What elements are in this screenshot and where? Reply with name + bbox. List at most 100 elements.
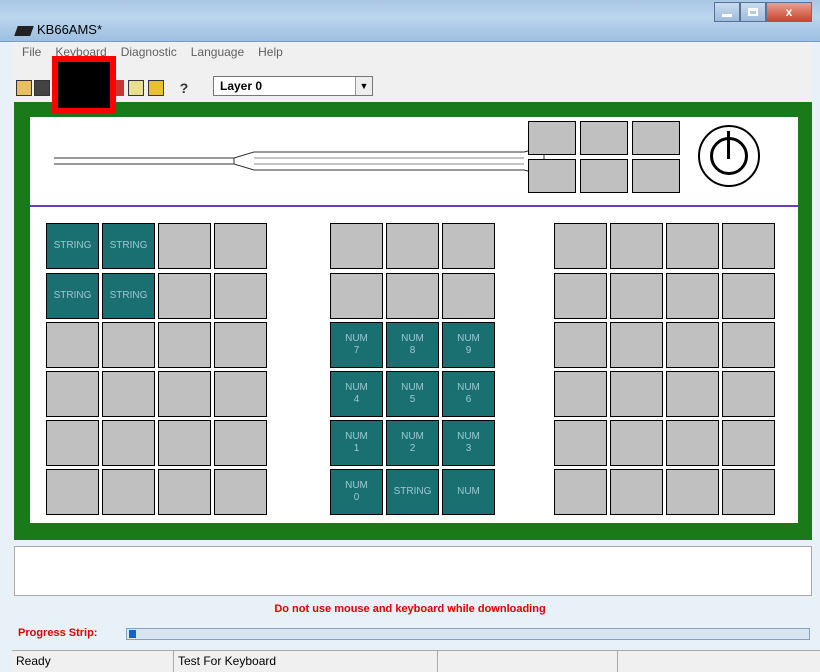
key-empty[interactable] (214, 371, 267, 417)
rotary-knob-icon[interactable] (698, 125, 760, 187)
key-assigned[interactable]: NUM 0 (330, 469, 383, 515)
key-empty[interactable] (102, 371, 155, 417)
key-assigned[interactable]: NUM 3 (442, 420, 495, 466)
key-empty[interactable] (102, 420, 155, 466)
key-assigned[interactable]: NUM 8 (386, 322, 439, 368)
key-assigned[interactable]: NUM (442, 469, 495, 515)
menu-diagnostic[interactable]: Diagnostic (121, 45, 177, 59)
toolbar: ? Layer 0 ▼ (12, 62, 812, 106)
key-empty[interactable] (46, 322, 99, 368)
key-empty[interactable] (666, 420, 719, 466)
key-empty[interactable] (46, 371, 99, 417)
key-assigned[interactable]: STRING (386, 469, 439, 515)
layer-select[interactable]: Layer 0 ▼ (213, 76, 373, 96)
open-icon[interactable] (16, 80, 32, 96)
key-empty[interactable] (722, 469, 775, 515)
layer-icon[interactable] (148, 80, 164, 96)
key-empty[interactable] (158, 273, 211, 319)
key-assigned[interactable]: STRING (46, 223, 99, 269)
title-bar[interactable]: KB66AMS* x (0, 0, 820, 42)
status-bar: Ready Test For Keyboard (12, 650, 820, 672)
key-empty[interactable] (554, 371, 607, 417)
key-empty[interactable] (158, 223, 211, 269)
close-button[interactable]: x (766, 2, 812, 22)
key-empty[interactable] (722, 322, 775, 368)
key-empty[interactable] (442, 273, 495, 319)
key-empty[interactable] (722, 273, 775, 319)
small-key[interactable] (580, 121, 628, 155)
key-empty[interactable] (214, 469, 267, 515)
small-key[interactable] (528, 159, 576, 193)
key-assigned[interactable]: STRING (102, 223, 155, 269)
key-empty[interactable] (666, 223, 719, 269)
key-empty[interactable] (610, 273, 663, 319)
small-key[interactable] (632, 121, 680, 155)
key-empty[interactable] (214, 223, 267, 269)
key-empty[interactable] (158, 322, 211, 368)
key-assigned[interactable]: NUM 1 (330, 420, 383, 466)
key-empty[interactable] (722, 223, 775, 269)
key-empty[interactable] (610, 469, 663, 515)
key-assigned[interactable]: NUM 6 (442, 371, 495, 417)
menu-language[interactable]: Language (191, 45, 244, 59)
key-assigned[interactable]: NUM 5 (386, 371, 439, 417)
key-empty[interactable] (214, 420, 267, 466)
key-empty[interactable] (386, 273, 439, 319)
small-key[interactable] (528, 121, 576, 155)
key-empty[interactable] (442, 223, 495, 269)
key-empty[interactable] (554, 223, 607, 269)
key-empty[interactable] (158, 371, 211, 417)
key-empty[interactable] (722, 371, 775, 417)
key-empty[interactable] (102, 322, 155, 368)
key-empty[interactable] (610, 223, 663, 269)
save-icon[interactable] (34, 80, 50, 96)
key-empty[interactable] (666, 371, 719, 417)
maximize-button[interactable] (740, 2, 766, 22)
key-assigned[interactable]: STRING (46, 273, 99, 319)
key-empty[interactable] (158, 469, 211, 515)
key-assigned[interactable]: NUM 4 (330, 371, 383, 417)
app-icon (14, 26, 34, 36)
key-empty[interactable] (102, 469, 155, 515)
key-empty[interactable] (46, 420, 99, 466)
key-empty[interactable] (666, 273, 719, 319)
menu-bar: File Keyboard Diagnostic Language Help (12, 42, 812, 62)
key-assigned[interactable]: NUM 7 (330, 322, 383, 368)
key-empty[interactable] (158, 420, 211, 466)
small-key[interactable] (632, 159, 680, 193)
key-empty[interactable] (554, 469, 607, 515)
key-assigned[interactable]: NUM 9 (442, 322, 495, 368)
key-empty[interactable] (330, 223, 383, 269)
key-empty[interactable] (214, 322, 267, 368)
download-warning: Do not use mouse and keyboard while down… (274, 603, 546, 615)
minimize-button[interactable] (714, 2, 740, 22)
progress-label: Progress Strip: (18, 627, 98, 639)
key-empty[interactable] (386, 223, 439, 269)
key-empty[interactable] (214, 273, 267, 319)
key-empty[interactable] (610, 371, 663, 417)
menu-help[interactable]: Help (258, 45, 283, 59)
key-empty[interactable] (554, 322, 607, 368)
key-empty[interactable] (666, 469, 719, 515)
status-ready: Ready (12, 651, 174, 672)
key-empty[interactable] (554, 273, 607, 319)
small-key[interactable] (580, 159, 628, 193)
menu-file[interactable]: File (22, 45, 41, 59)
key-empty[interactable] (46, 469, 99, 515)
help-icon[interactable]: ? (176, 80, 192, 96)
key-empty[interactable] (330, 273, 383, 319)
edit-icon[interactable] (128, 80, 144, 96)
key-empty[interactable] (610, 420, 663, 466)
layer-select-value: Layer 0 (220, 79, 263, 93)
key-empty[interactable] (610, 322, 663, 368)
window-title: KB66AMS* (37, 22, 103, 37)
key-empty[interactable] (666, 322, 719, 368)
key-empty[interactable] (722, 420, 775, 466)
message-box[interactable] (14, 546, 812, 596)
tool-icon[interactable] (116, 80, 124, 96)
chevron-down-icon[interactable]: ▼ (355, 77, 372, 95)
key-assigned[interactable]: STRING (102, 273, 155, 319)
key-empty[interactable] (554, 420, 607, 466)
key-assigned[interactable]: NUM 2 (386, 420, 439, 466)
status-extra (438, 651, 618, 672)
